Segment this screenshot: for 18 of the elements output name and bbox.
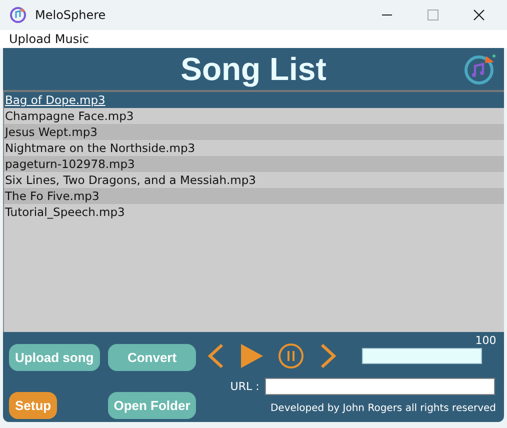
footer-text: Developed by John Rogers all rights reserved [270,403,496,414]
song-item[interactable]: Jesus Wept.mp3 [4,124,504,140]
menu-item[interactable]: Upload Music [9,32,90,46]
window-title: MeloSphere [35,8,106,22]
volume-reading: 100 [475,334,496,347]
play-icon[interactable] [240,343,264,369]
maximize-icon[interactable] [427,9,439,21]
header-title: Song List [180,50,326,88]
url-field[interactable] [265,378,496,395]
music-logo-icon [462,52,496,86]
song-item[interactable]: Bag of Dope.mp3 [4,92,504,108]
pause-icon[interactable] [278,343,304,369]
next-icon[interactable] [318,343,338,369]
app-logo-icon [9,6,27,24]
song-item[interactable]: The Fo Five.mp3 [4,188,504,204]
close-icon[interactable] [473,9,485,21]
url-label: URL : [230,380,260,393]
song-item[interactable]: pageturn-102978.mp3 [4,156,504,172]
